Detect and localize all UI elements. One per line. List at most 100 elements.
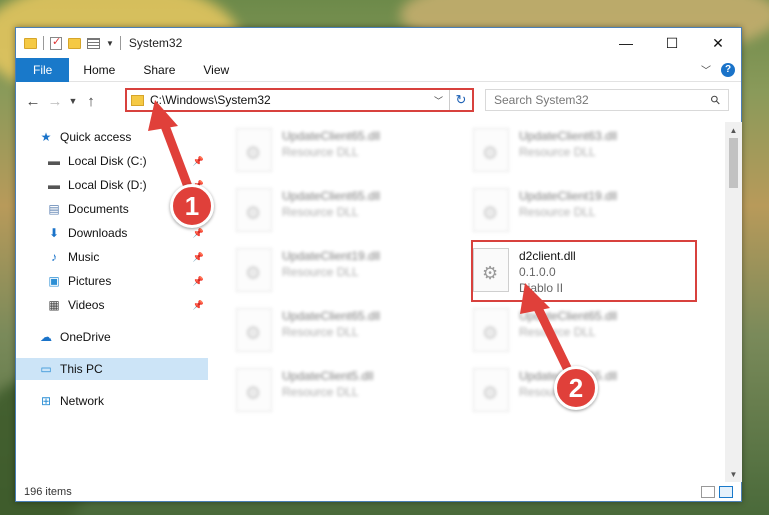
cloud-icon: ☁	[40, 330, 52, 344]
chevron-down-icon[interactable]: ▼	[106, 39, 114, 48]
chevron-down-icon[interactable]: ﹀	[428, 90, 450, 110]
tab-view[interactable]: View	[189, 58, 243, 82]
file-description: Resource DLL	[282, 325, 359, 339]
divider	[43, 36, 44, 50]
computer-icon: ▭	[40, 362, 52, 376]
file-name: UpdateClient65.dll	[282, 309, 381, 323]
videos-icon: ▦	[48, 298, 60, 312]
ribbon-tabs: File Home Share View ﹀ ?	[16, 57, 741, 82]
file-description: Resource DLL	[282, 385, 359, 399]
chevron-down-icon[interactable]: ﹀	[701, 62, 711, 77]
file-item[interactable]: ⚙ UpdateClient5.dll Resource DLL	[236, 368, 456, 416]
up-arrow-icon[interactable]: ↑	[80, 93, 102, 110]
pin-icon[interactable]: 📌	[193, 156, 204, 167]
divider	[119, 36, 121, 50]
file-name: UpdateClient65.dll	[519, 309, 618, 323]
pin-icon[interactable]: 📌	[193, 252, 204, 263]
sidebar-item-label: This PC	[60, 362, 103, 376]
star-icon: ★	[40, 130, 52, 144]
sidebar-item-pictures[interactable]: ▣ Pictures 📌	[16, 270, 208, 292]
navigation-bar: ← → ▼ ↑ C:\Windows\System32 ﹀ ↻ Search S…	[16, 83, 741, 119]
sidebar-item-local-disk-c[interactable]: ▬ Local Disk (C:) 📌	[16, 150, 208, 172]
address-path[interactable]: C:\Windows\System32	[150, 93, 271, 107]
network-icon: ⊞	[40, 394, 52, 408]
title-bar: ▼ System32 — ☐ ✕	[16, 28, 741, 58]
pin-icon[interactable]: 📌	[193, 276, 204, 287]
address-bar[interactable]: C:\Windows\System32 ﹀ ↻	[125, 88, 474, 112]
view-toggle	[701, 486, 741, 498]
forward-arrow-icon[interactable]: →	[44, 93, 66, 110]
dll-file-icon: ⚙	[236, 248, 272, 292]
sidebar-item-label: Network	[60, 394, 105, 408]
file-item[interactable]: ⚙ UpdateClient65.dll Resource DLL	[236, 128, 456, 176]
file-item[interactable]: ⚙ UpdateClient65.dll Resource DLL	[236, 188, 456, 236]
dll-file-icon: ⚙	[473, 128, 509, 172]
file-description: Resource DLL	[282, 145, 359, 159]
dll-file-icon: ⚙	[236, 188, 272, 232]
folder-icon	[131, 94, 144, 106]
help-icon[interactable]: ?	[721, 62, 735, 77]
file-name: UpdateClient65.dll	[282, 189, 381, 203]
status-bar: 196 items	[16, 482, 741, 502]
search-icon: ⚲	[707, 91, 724, 109]
sidebar-item-music[interactable]: ♪ Music 📌	[16, 246, 208, 268]
sidebar-item-label: Local Disk (D:)	[68, 178, 147, 192]
sidebar-item-label: Music	[68, 250, 100, 264]
new-folder-icon[interactable]	[68, 37, 81, 49]
quick-access-toolbar: ▼	[16, 35, 121, 50]
file-name: UpdateClient65.dll	[282, 129, 381, 143]
minimize-button[interactable]: —	[603, 28, 649, 58]
tab-share[interactable]: Share	[129, 58, 189, 82]
file-item[interactable]: ⚙ UpdateClient19.dll Resource DLL	[236, 248, 456, 296]
file-item[interactable]: ⚙ UpdateClient63.dll Resource DLL	[473, 128, 693, 176]
search-placeholder: Search System32	[494, 93, 589, 107]
file-item[interactable]: ⚙ UpdateClient65.dll Resource DLL	[473, 308, 693, 356]
search-input[interactable]: Search System32 ⚲	[485, 89, 729, 111]
item-count: 196 items	[24, 486, 72, 498]
sidebar-item-label: Videos	[68, 298, 105, 312]
sidebar-item-label: Documents	[68, 202, 129, 216]
back-arrow-icon[interactable]: ←	[22, 93, 44, 110]
window-controls: — ☐ ✕	[603, 28, 741, 58]
details-view-icon[interactable]	[701, 486, 715, 498]
pin-icon[interactable]: 📌	[193, 300, 204, 311]
file-name: UpdateClient63.dll	[519, 129, 618, 143]
folder-icon	[24, 37, 37, 49]
properties-icon[interactable]	[50, 35, 62, 50]
refresh-icon[interactable]: ↻	[450, 92, 472, 108]
dll-file-icon: ⚙	[236, 128, 272, 172]
step-badge-2: 2	[554, 366, 598, 410]
window-title: System32	[128, 36, 183, 50]
pictures-icon: ▣	[48, 274, 60, 288]
step-badge-1: 1	[170, 184, 214, 228]
recent-locations-icon[interactable]: ▼	[66, 96, 80, 106]
close-button[interactable]: ✕	[695, 28, 741, 58]
vertical-scrollbar[interactable]: ▲ ▼	[725, 122, 742, 482]
scroll-down-icon[interactable]: ▼	[725, 466, 742, 482]
sidebar-item-label: Quick access	[60, 130, 132, 144]
scroll-up-icon[interactable]: ▲	[725, 122, 742, 138]
sidebar-item-this-pc[interactable]: ▭ This PC	[16, 358, 208, 380]
scrollbar-thumb[interactable]	[729, 138, 738, 188]
sidebar-item-quick-access[interactable]: ★ Quick access	[16, 126, 208, 148]
highlight-box	[471, 240, 697, 302]
sidebar-item-label: Downloads	[68, 226, 128, 240]
maximize-button[interactable]: ☐	[649, 28, 695, 58]
file-name: UpdateClient19.dll	[282, 249, 381, 263]
file-item[interactable]: ⚙ UpdateClient19.dll Resource DLL	[473, 188, 693, 236]
sidebar-item-label: OneDrive	[60, 330, 111, 344]
sidebar-item-videos[interactable]: ▦ Videos 📌	[16, 294, 208, 316]
sidebar-item-downloads[interactable]: ⬇ Downloads 📌	[16, 222, 208, 244]
sidebar-item-network[interactable]: ⊞ Network	[16, 390, 208, 412]
tab-file[interactable]: File	[16, 57, 70, 82]
tab-home[interactable]: Home	[69, 58, 129, 82]
drive-icon: ▬	[48, 178, 60, 192]
pin-icon[interactable]: 📌	[193, 228, 204, 239]
sidebar-item-onedrive[interactable]: ☁ OneDrive	[16, 326, 208, 348]
sidebar-item-label: Local Disk (C:)	[68, 154, 147, 168]
file-item[interactable]: ⚙ UpdateClient65.dll Resource DLL	[236, 308, 456, 356]
tiles-view-icon[interactable]	[719, 486, 733, 498]
file-name: UpdateClient5.dll	[282, 369, 374, 383]
file-description: Resource DLL	[519, 325, 596, 339]
list-icon[interactable]	[87, 37, 100, 49]
